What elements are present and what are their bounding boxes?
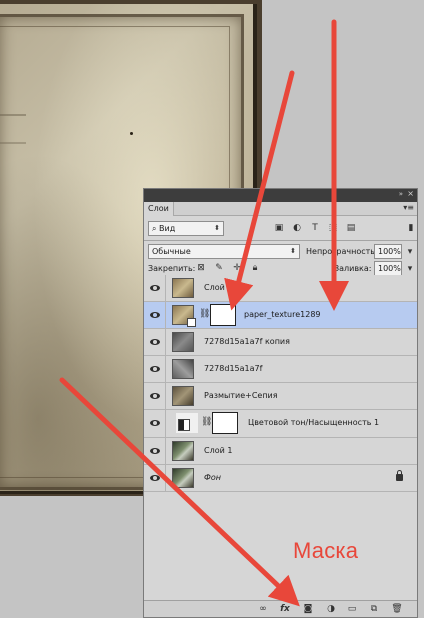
layers-list: Слой 2 ⛓︎ paper_texture1289 7278d15a1a7f… (144, 275, 417, 492)
visibility-toggle[interactable] (144, 356, 166, 382)
smart-object-icon (187, 318, 196, 327)
layer-row[interactable]: 7278d15a1a7f копия (144, 329, 417, 356)
layer-row[interactable]: Размытие+Сепия (144, 383, 417, 410)
panel-titlebar[interactable]: » × (144, 189, 417, 202)
fx-icon[interactable]: fx (278, 603, 292, 616)
eye-icon (150, 339, 160, 345)
layer-name: paper_texture1289 (244, 310, 321, 319)
opacity-label: Непрозрачность: (306, 247, 378, 256)
image-speck (130, 132, 133, 135)
layer-thumbnail (172, 332, 194, 352)
layer-row[interactable]: 7278d15a1a7f (144, 356, 417, 383)
visibility-toggle[interactable] (144, 329, 166, 355)
smart-object-filter-icon[interactable]: ▤ (344, 221, 358, 235)
layer-mask-thumbnail[interactable] (210, 304, 236, 326)
hue-saturation-icon (178, 419, 190, 431)
layer-row[interactable]: Слой 2 (144, 275, 417, 302)
layer-thumbnail (172, 359, 194, 379)
type-filter-icon[interactable]: T (308, 221, 322, 235)
layer-thumbnail (172, 441, 194, 461)
layer-name: Размытие+Сепия (204, 391, 278, 400)
eye-icon (150, 475, 160, 481)
layer-row-background[interactable]: Фон (144, 465, 417, 492)
eye-icon (150, 366, 160, 372)
lock-transparent-icon[interactable]: ⊠ (194, 261, 208, 275)
layer-thumbnail (172, 468, 194, 488)
opacity-value: 100% (378, 247, 401, 256)
visibility-toggle[interactable] (144, 438, 166, 464)
fill-value: 100% (378, 264, 401, 273)
link-icon[interactable]: ∞ (256, 603, 270, 616)
layers-panel: » × Слои ▾≡ ⌕ Вид ⬍ ▣ ◐ T ⬚ ▤ ▮ Обычные … (143, 188, 418, 618)
blend-mode-value: Обычные (152, 247, 191, 256)
filter-toggle-icon[interactable]: ▮ (404, 221, 418, 235)
layer-thumbnail (172, 386, 194, 406)
lock-icon (396, 470, 403, 481)
eye-icon (150, 448, 160, 454)
layer-name: Цветовой тон/Насыщенность 1 (248, 418, 380, 427)
eye-icon (150, 393, 160, 399)
layer-name: Слой 1 (204, 446, 233, 455)
visibility-toggle[interactable] (144, 275, 166, 301)
eye-icon (150, 420, 160, 426)
blend-mode-select[interactable]: Обычные ⬍ (148, 244, 300, 259)
collapse-icon[interactable]: » (399, 190, 403, 198)
close-icon[interactable]: × (407, 189, 414, 198)
layer-thumbnail (172, 305, 196, 327)
shape-filter-icon[interactable]: ⬚ (326, 221, 340, 235)
filter-kind-select[interactable]: ⌕ Вид ⬍ (148, 221, 224, 236)
new-layer-icon[interactable]: ⧉ (367, 603, 381, 616)
trash-icon[interactable]: 🗑︎ (390, 603, 404, 616)
lock-label: Закрепить: (148, 264, 196, 273)
opacity-dropdown-icon[interactable]: ▾ (403, 245, 417, 259)
group-folder-icon[interactable]: ▭ (345, 603, 359, 616)
fill-input[interactable]: 100% (374, 261, 402, 276)
layer-name: 7278d15a1a7f копия (204, 337, 290, 346)
chevron-updown-icon: ⬍ (290, 247, 296, 255)
layer-thumbnail (172, 278, 194, 298)
lock-all-icon[interactable]: 🔒︎ (248, 261, 262, 275)
layer-name: Слой 2 (204, 283, 233, 292)
adjustment-filter-icon[interactable]: ◐ (290, 221, 304, 235)
link-mask-icon[interactable]: ⛓︎ (199, 309, 210, 319)
filter-kind-label: Вид (159, 224, 176, 233)
pixel-filter-icon[interactable]: ▣ (272, 221, 286, 235)
layer-name: Фон (204, 473, 222, 482)
panel-bottom-bar: ∞ fx ◙ ◑ ▭ ⧉ 🗑︎ (144, 600, 417, 617)
lock-image-icon[interactable]: ✎ (212, 261, 226, 275)
visibility-toggle[interactable] (144, 383, 166, 409)
annotation-label: Маска (293, 538, 359, 563)
visibility-toggle[interactable] (144, 465, 166, 491)
lock-position-icon[interactable]: ✛ (230, 261, 244, 275)
layer-name: 7278d15a1a7f (204, 364, 263, 373)
fill-dropdown-icon[interactable]: ▾ (403, 262, 417, 276)
image-ghost-detail (0, 114, 26, 144)
opacity-input[interactable]: 100% (374, 244, 402, 259)
fill-label: Заливка: (334, 264, 372, 273)
panel-tab-row: Слои ▾≡ (144, 202, 417, 216)
layer-mask-thumbnail[interactable] (212, 412, 238, 434)
divider (144, 240, 417, 241)
eye-icon (150, 285, 160, 291)
search-icon: ⌕ (152, 224, 160, 233)
panel-menu-icon[interactable]: ▾≡ (403, 203, 414, 212)
eye-icon (150, 312, 160, 318)
chevron-down-icon: ⬍ (214, 224, 220, 232)
layer-row-selected[interactable]: ⛓︎ paper_texture1289 (144, 302, 417, 329)
visibility-toggle[interactable] (144, 410, 166, 437)
visibility-toggle[interactable] (144, 302, 166, 328)
link-mask-icon[interactable]: ⛓︎ (201, 417, 212, 427)
tab-layers[interactable]: Слои (144, 202, 174, 216)
adjustment-layer-thumbnail (176, 413, 198, 433)
adjustment-icon[interactable]: ◑ (324, 603, 338, 616)
layer-row[interactable]: ⛓︎ Цветовой тон/Насыщенность 1 (144, 410, 417, 438)
add-mask-icon[interactable]: ◙ (301, 603, 315, 616)
layer-row[interactable]: Слой 1 (144, 438, 417, 465)
